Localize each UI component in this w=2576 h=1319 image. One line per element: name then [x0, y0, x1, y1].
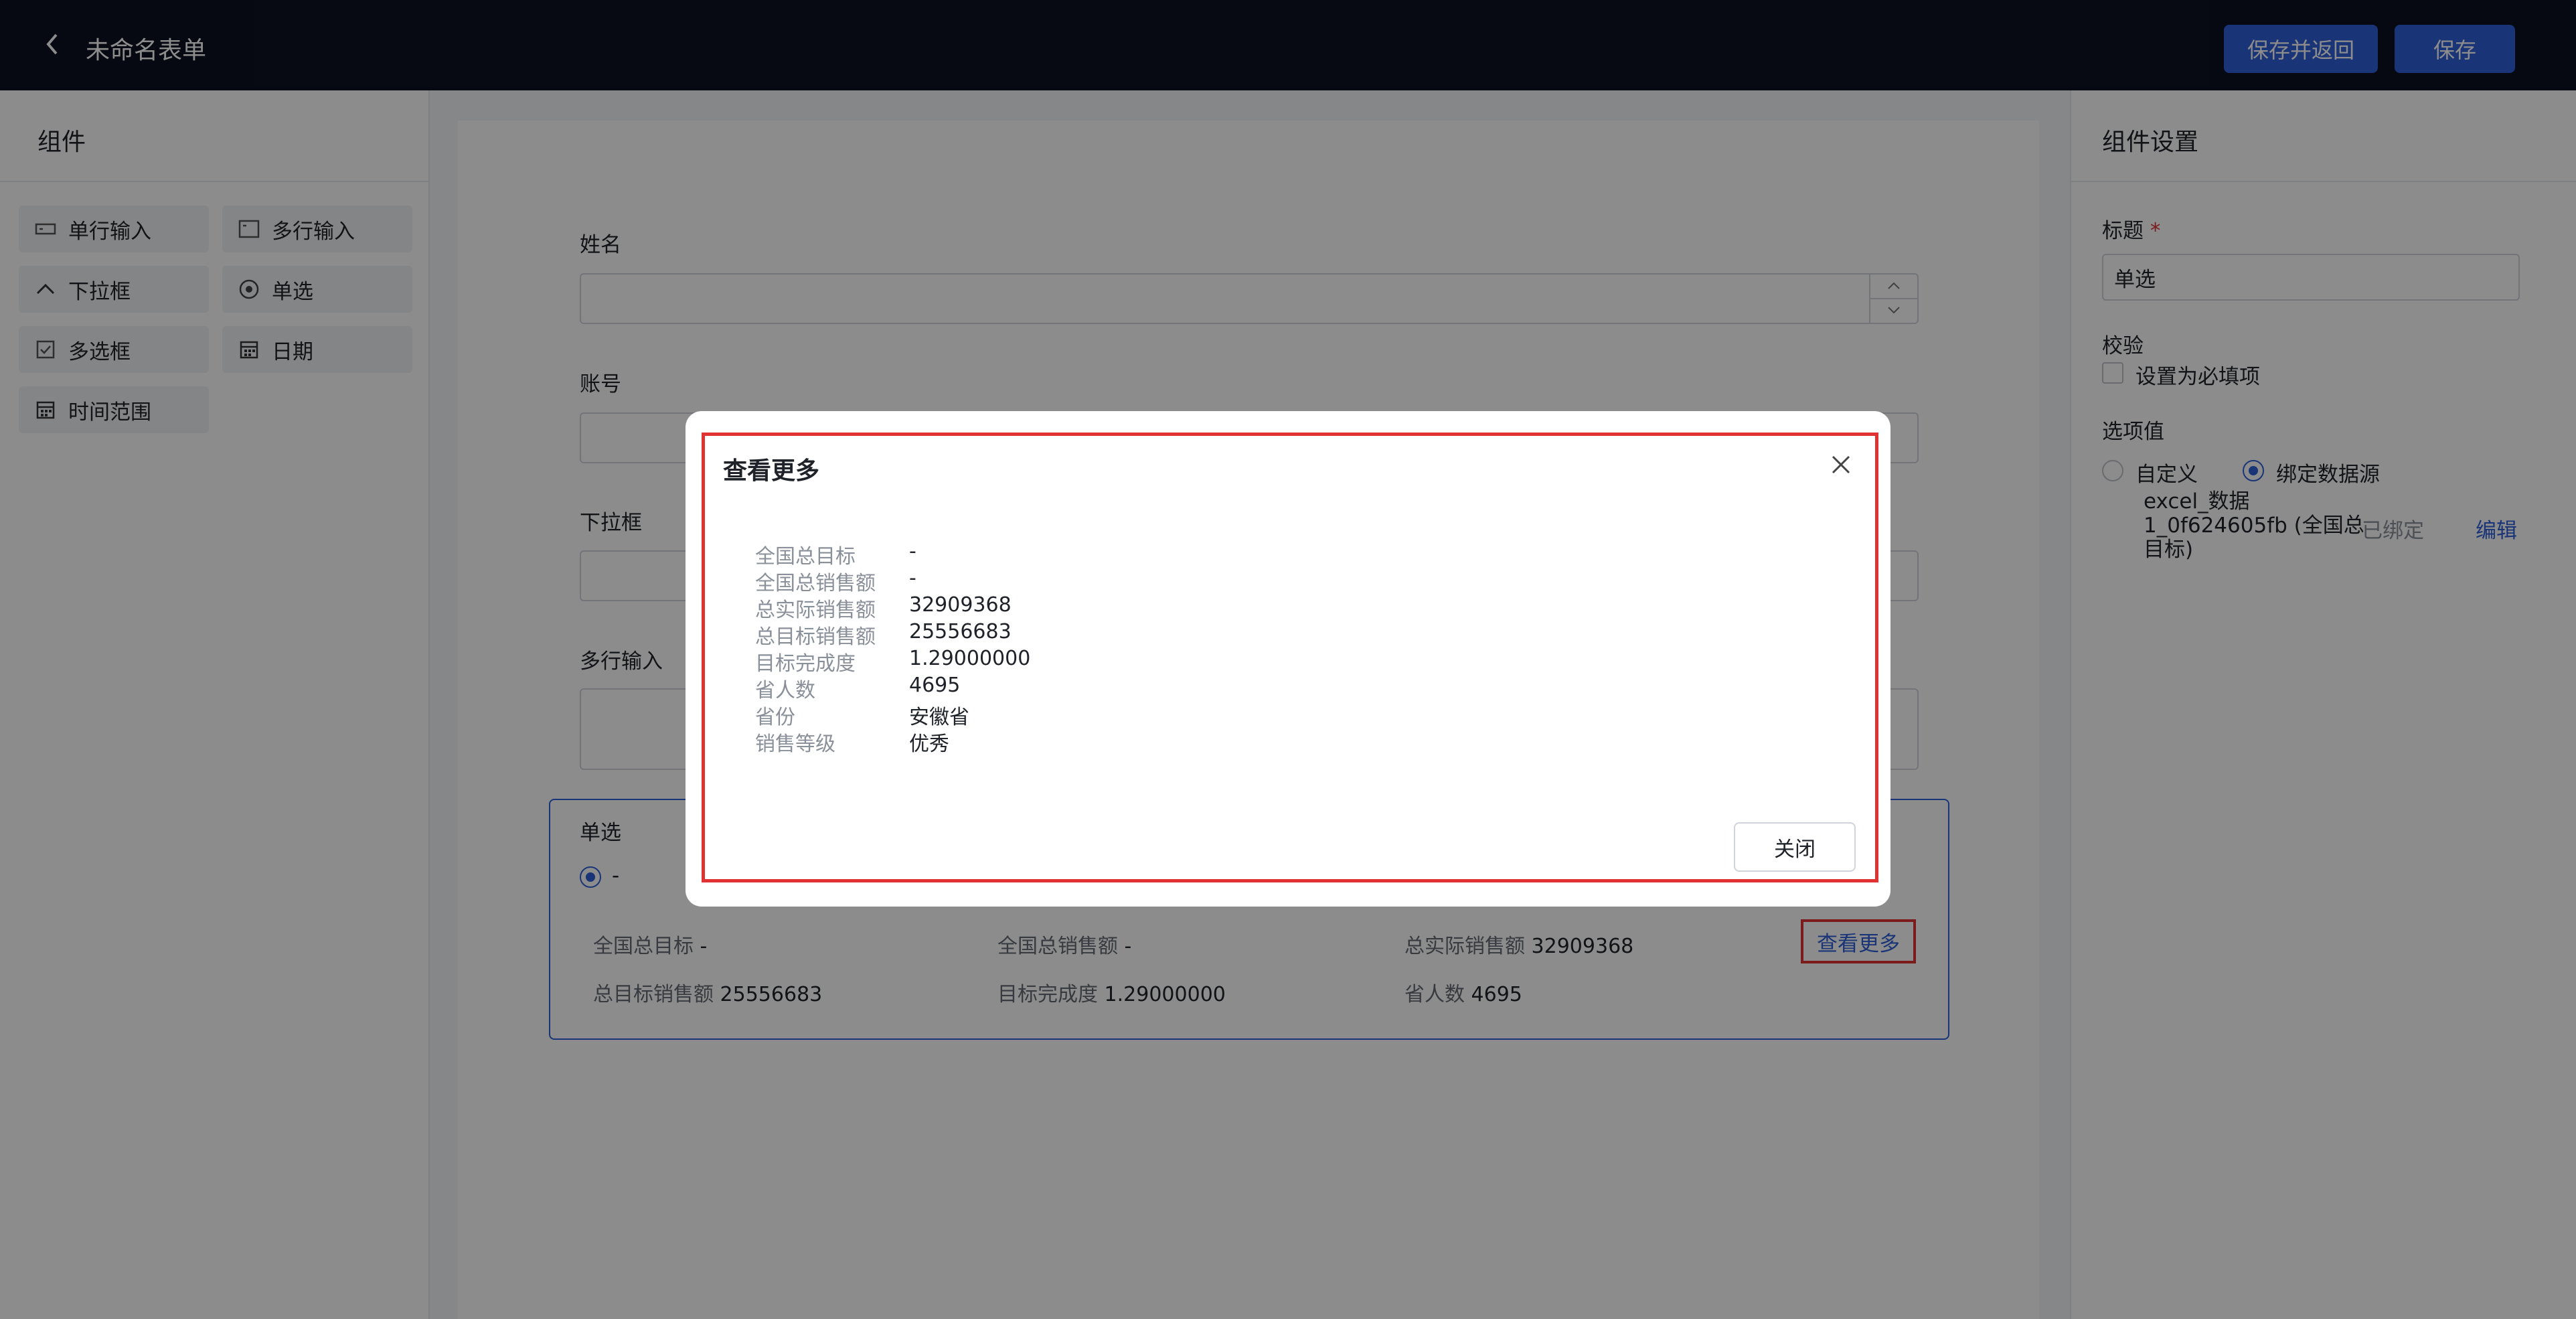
detail-row: 目标完成度 1.29000000 — [755, 647, 1031, 676]
detail-value: - — [909, 540, 916, 563]
detail-value: 32909368 — [909, 593, 1012, 617]
detail-value: 安徽省 — [909, 706, 969, 729]
detail-row: 全国总目标 - — [755, 540, 916, 568]
detail-value: 优秀 — [909, 732, 949, 756]
detail-row: 省人数 4695 — [755, 674, 961, 702]
detail-key: 省份 — [755, 706, 795, 729]
detail-row: 总目标销售额 25556683 — [755, 620, 1012, 649]
detail-key: 全国总销售额 — [755, 572, 876, 595]
detail-row: 省份 安徽省 — [755, 700, 969, 729]
detail-value: 25556683 — [909, 620, 1012, 643]
detail-value: - — [909, 566, 916, 590]
detail-key: 目标完成度 — [755, 652, 856, 676]
detail-key: 总实际销售额 — [755, 599, 876, 622]
detail-key: 全国总目标 — [755, 545, 856, 568]
detail-key: 销售等级 — [755, 732, 835, 756]
detail-row: 全国总销售额 - — [755, 566, 916, 595]
detail-row: 销售等级 优秀 — [755, 727, 949, 756]
close-button[interactable]: 关闭 — [1734, 822, 1856, 872]
detail-value: 1.29000000 — [909, 647, 1031, 670]
dialog-title: 查看更多 — [723, 457, 820, 485]
detail-key: 总目标销售额 — [755, 625, 876, 649]
detail-row: 总实际销售额 32909368 — [755, 593, 1012, 622]
detail-value: 4695 — [909, 674, 961, 697]
view-more-dialog: 查看更多 全国总目标 - 全国总销售额 - 总实际销售额 32909368 总目标销售… — [686, 411, 1890, 907]
detail-key: 省人数 — [755, 679, 815, 702]
close-icon[interactable] — [1828, 451, 1854, 478]
